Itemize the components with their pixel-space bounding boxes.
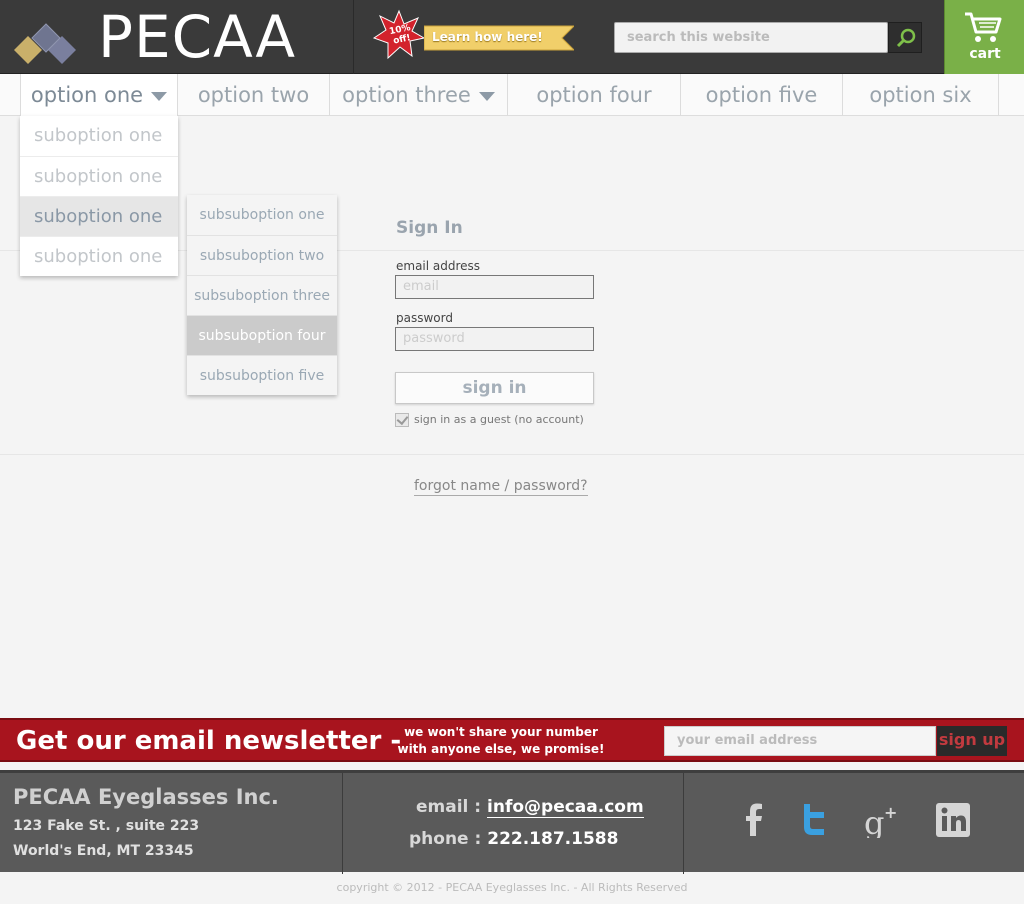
nav-item-label: option three (342, 83, 471, 107)
newsletter-note: we won't share your number with anyone e… (397, 725, 605, 756)
twitter-icon[interactable] (796, 802, 832, 838)
logo-text: PECAA (98, 3, 297, 71)
nav-item-option-five[interactable]: option five (681, 74, 843, 116)
dropdown-item[interactable]: suboption one (20, 116, 178, 156)
logo[interactable]: PECAA (0, 0, 354, 74)
svg-text:+: + (884, 803, 897, 822)
contact-email: email : info@pecaa.com (416, 797, 644, 818)
nav-item-option-three[interactable]: option three (330, 74, 508, 116)
chevron-down-icon (151, 91, 168, 101)
nav-subdropdown: subsuboption one subsuboption two subsub… (187, 195, 337, 395)
guest-label: sign in as a guest (no account) (414, 413, 584, 426)
newsletter-signup-button[interactable]: sign up (937, 726, 1007, 756)
nav-item-label: option six (869, 83, 972, 107)
main-nav: option one option two option three optio… (0, 74, 1024, 116)
checkbox-check-icon[interactable] (395, 413, 409, 427)
email-label: email address (396, 259, 481, 273)
subdropdown-item[interactable]: subsuboption three (187, 275, 337, 315)
nav-item-label: option one (30, 83, 144, 107)
nav-item-label: option five (705, 83, 818, 107)
promo-banner[interactable]: 10% off! Learn how here! (372, 9, 574, 62)
contact-phone: phone : 222.187.1588 (409, 829, 618, 849)
search-input[interactable]: search this website (614, 22, 888, 53)
svg-text:g: g (864, 804, 884, 838)
nav-item-option-four[interactable]: option four (508, 74, 681, 116)
address-line: 123 Fake St. , suite 223 (13, 818, 200, 834)
logo-diamonds-icon (14, 23, 76, 64)
cart-icon (965, 12, 1002, 42)
nav-dropdown: suboption one suboption one suboption on… (20, 116, 178, 276)
subdropdown-item[interactable]: subsuboption one (187, 195, 337, 235)
nav-item-option-six[interactable]: option six (843, 74, 999, 116)
nav-item-label: option four (536, 83, 652, 107)
divider (0, 454, 1024, 455)
address-line: World's End, MT 23345 (13, 843, 194, 859)
dropdown-item[interactable]: suboption one (20, 156, 178, 196)
subdropdown-item-highlighted[interactable]: subsuboption four (187, 315, 337, 355)
password-label: password (396, 311, 453, 325)
nav-item-label: option two (197, 83, 310, 107)
subdropdown-item[interactable]: subsuboption five (187, 355, 337, 395)
nav-item-option-two[interactable]: option two (178, 74, 330, 116)
password-field[interactable]: password (395, 327, 594, 351)
cart-label: cart (969, 46, 1001, 62)
search-icon (896, 28, 916, 48)
footer-contact-col: email : info@pecaa.com phone : 222.187.1… (343, 773, 684, 875)
dropdown-item[interactable]: suboption one (20, 236, 178, 276)
email-label: email : (416, 797, 482, 817)
company-name: PECAA Eyeglasses Inc. (13, 785, 279, 809)
forgot-password-link[interactable]: forgot name / password? (414, 478, 588, 496)
nav-item-option-one[interactable]: option one (20, 74, 178, 116)
newsletter-title: Get our email newsletter - (16, 726, 402, 756)
site-header: PECAA 10% off! Learn how here! search th… (0, 0, 1024, 74)
email-field[interactable]: email (395, 275, 594, 299)
signin-button[interactable]: sign in (395, 372, 594, 404)
email-link[interactable]: info@pecaa.com (487, 797, 644, 818)
phone-label: phone : (409, 829, 482, 849)
facebook-icon[interactable] (736, 802, 772, 838)
signin-title: Sign In (396, 218, 463, 238)
subdropdown-item[interactable]: subsuboption two (187, 235, 337, 275)
newsletter-bar: Get our email newsletter - we won't shar… (0, 718, 1024, 762)
search-button[interactable] (888, 22, 922, 53)
footer-company-col: PECAA Eyeglasses Inc. 123 Fake St. , sui… (0, 773, 343, 875)
newsletter-email-input[interactable]: your email address (664, 726, 936, 756)
star-badge-icon (372, 9, 426, 60)
linkedin-icon[interactable] (935, 802, 971, 838)
dropdown-item-highlighted[interactable]: suboption one (20, 196, 178, 236)
copyright: copyright © 2012 - PECAA Eyeglasses Inc.… (0, 874, 1024, 904)
phone-number: 222.187.1588 (487, 829, 619, 849)
ribbon-shape (424, 25, 574, 51)
cart-button[interactable]: cart (944, 0, 1024, 74)
google-plus-icon[interactable]: g + (863, 802, 899, 838)
chevron-down-icon (478, 91, 495, 101)
